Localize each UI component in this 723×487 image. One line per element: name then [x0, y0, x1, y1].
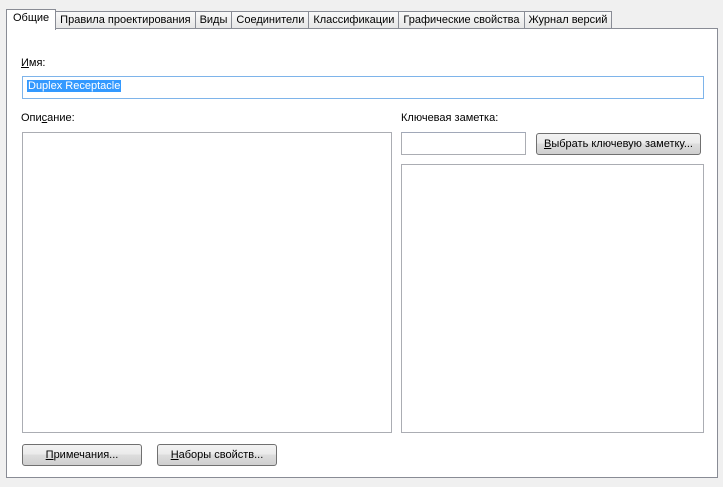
- keynote-text-area[interactable]: [401, 164, 704, 433]
- notes-button[interactable]: Примечания...: [22, 444, 142, 466]
- tab-general[interactable]: Общие: [6, 9, 57, 30]
- keynote-label: Ключевая заметка:: [401, 112, 499, 124]
- tab-views[interactable]: Виды: [194, 11, 233, 29]
- name-input[interactable]: Duplex Receptacle: [22, 76, 704, 99]
- keynote-input[interactable]: [401, 132, 526, 155]
- tab-design-rules[interactable]: Правила проектирования: [55, 11, 196, 29]
- description-label: Описание:: [21, 112, 75, 124]
- property-sets-button[interactable]: Наборы свойств...: [157, 444, 277, 466]
- tab-connectors[interactable]: Соединители: [231, 11, 310, 29]
- tab-classifications[interactable]: Классификации: [308, 11, 400, 29]
- tab-graphic-properties[interactable]: Графические свойства: [398, 11, 525, 29]
- tab-version-history[interactable]: Журнал версий: [523, 11, 613, 29]
- description-textarea[interactable]: [22, 132, 392, 433]
- properties-window: Общие Правила проектирования Виды Соедин…: [0, 0, 723, 487]
- select-keynote-button[interactable]: Выбрать ключевую заметку...: [536, 133, 701, 155]
- general-tab-panel: Имя: Duplex Receptacle Описание: Ключева…: [6, 28, 718, 478]
- tab-strip: Общие Правила проектирования Виды Соедин…: [6, 9, 613, 30]
- name-input-value: Duplex Receptacle: [27, 80, 122, 92]
- name-label: Имя:: [21, 57, 46, 69]
